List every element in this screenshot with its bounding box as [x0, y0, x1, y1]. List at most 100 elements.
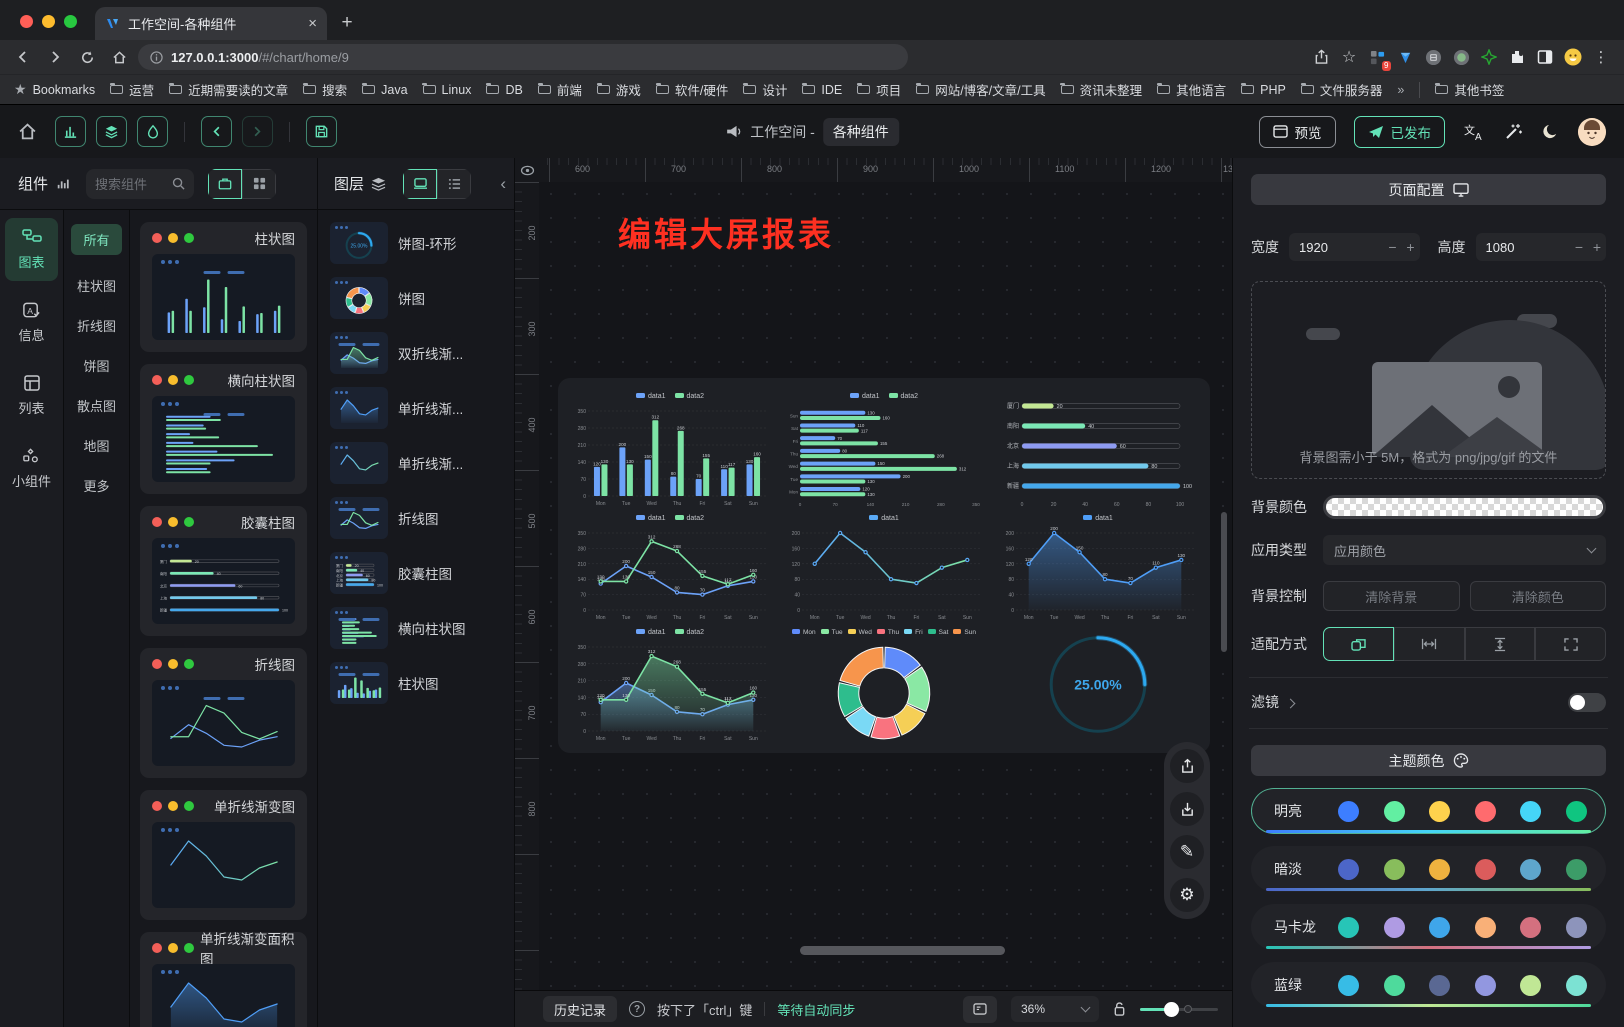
- height-input[interactable]: 1080−+: [1476, 233, 1607, 261]
- layer-item[interactable]: 折线图: [326, 495, 506, 541]
- height-minus-button[interactable]: −: [1570, 239, 1588, 255]
- category-pie[interactable]: 饼图: [83, 356, 109, 375]
- forward-icon[interactable]: [42, 44, 68, 70]
- bookmark-folder[interactable]: DB: [486, 83, 522, 97]
- clear-color-button[interactable]: 清除颜色: [1470, 581, 1607, 611]
- list-view-button[interactable]: [437, 169, 471, 199]
- grid-view-button[interactable]: [242, 169, 276, 199]
- component-card-bar[interactable]: 柱状图: [140, 222, 307, 352]
- dark-mode-moon-icon[interactable]: [1541, 122, 1560, 141]
- bookmark-folder[interactable]: Linux: [423, 83, 472, 97]
- language-toggle-icon[interactable]: 文A: [1463, 122, 1485, 142]
- zoom-select[interactable]: 36%: [1011, 996, 1099, 1022]
- theme-wand-icon[interactable]: [1503, 122, 1523, 142]
- capsule-chart[interactable]: 厦门20南阳40北京60上海80新疆100020406080100: [996, 390, 1200, 508]
- save-button[interactable]: [306, 116, 337, 147]
- gradient-line-chart[interactable]: data104080120160200MonTueWedThuFriSatSun: [782, 512, 986, 622]
- category-map[interactable]: 地图: [83, 436, 109, 455]
- extension-command-icon[interactable]: [1424, 48, 1442, 66]
- bookmarks-root[interactable]: ★Bookmarks: [14, 81, 95, 98]
- url-bar[interactable]: 127.0.0.1:3000/#/chart/home/9: [138, 44, 908, 70]
- redo-button[interactable]: [242, 116, 273, 147]
- background-upload-dropzone[interactable]: 背景图需小于 5M，格式为 png/jpg/gif 的文件: [1251, 281, 1606, 479]
- tab-close-icon[interactable]: ×: [308, 15, 317, 32]
- width-minus-button[interactable]: −: [1384, 239, 1402, 255]
- extension-star-icon[interactable]: [1480, 48, 1498, 66]
- bookmarks-overflow-icon[interactable]: »: [1397, 83, 1404, 97]
- bookmark-folder[interactable]: 其他语言: [1157, 80, 1226, 99]
- bookmark-folder[interactable]: 网站/博客/文章/工具: [916, 80, 1045, 99]
- export-button[interactable]: [1170, 749, 1204, 783]
- minimize-window-button[interactable]: [42, 15, 55, 28]
- donut-chart[interactable]: MonTueWedThuFriSatSun: [782, 626, 986, 743]
- bookmark-folder[interactable]: IDE: [802, 83, 842, 97]
- settings-gear-button[interactable]: ⚙: [1170, 878, 1204, 912]
- fit-height-button[interactable]: [1465, 627, 1536, 661]
- new-tab-button[interactable]: +: [333, 9, 361, 37]
- fit-stretch-button[interactable]: [1535, 627, 1606, 661]
- fit-scale-button[interactable]: [1323, 627, 1394, 661]
- height-plus-button[interactable]: +: [1588, 239, 1606, 255]
- undo-button[interactable]: [201, 116, 232, 147]
- zoom-slider[interactable]: [1140, 1008, 1218, 1011]
- dashboard-title-text[interactable]: 编辑大屏报表: [618, 208, 834, 256]
- eye-icon[interactable]: [520, 165, 535, 176]
- layer-item[interactable]: 柱状图: [326, 660, 506, 706]
- component-card-gradient-area[interactable]: 单折线渐变面积图: [140, 932, 307, 1027]
- site-info-icon[interactable]: [150, 51, 163, 64]
- theme-row-bluegreen[interactable]: 蓝绿: [1251, 962, 1606, 1008]
- layer-item[interactable]: 厦门20南阳40北京60上海80新疆100胶囊柱图: [326, 550, 506, 596]
- share-icon[interactable]: [1312, 48, 1330, 66]
- import-button[interactable]: [1170, 792, 1204, 826]
- history-button[interactable]: 历史记录: [543, 996, 617, 1022]
- bookmark-folder[interactable]: 运营: [110, 80, 154, 99]
- user-avatar[interactable]: [1578, 118, 1606, 146]
- reload-icon[interactable]: [74, 44, 100, 70]
- theme-row-bright[interactable]: 明亮: [1251, 788, 1606, 834]
- theme-row-macaron[interactable]: 马卡龙: [1251, 904, 1606, 950]
- category-line[interactable]: 折线图: [77, 316, 116, 335]
- width-plus-button[interactable]: +: [1402, 239, 1420, 255]
- side-panel-icon[interactable]: [1536, 48, 1554, 66]
- nav-item-charts[interactable]: 图表: [5, 218, 58, 281]
- category-scatter[interactable]: 散点图: [77, 396, 116, 415]
- bar-chart[interactable]: data1data2070140210280350MonTueWedThuFri…: [568, 390, 772, 508]
- extension-gem-icon[interactable]: [1396, 48, 1414, 66]
- home-button[interactable]: [18, 122, 37, 141]
- category-all[interactable]: 所有: [71, 224, 121, 255]
- category-more[interactable]: 更多: [83, 476, 109, 495]
- dashboard-board[interactable]: data1data2070140210280350MonTueWedThuFri…: [558, 378, 1210, 753]
- back-icon[interactable]: [10, 44, 36, 70]
- bookmark-folder[interactable]: 文件服务器: [1301, 80, 1383, 99]
- bookmark-folder[interactable]: 资讯未整理: [1061, 80, 1143, 99]
- home-icon[interactable]: [106, 44, 132, 70]
- category-bar[interactable]: 柱状图: [77, 276, 116, 295]
- layer-item[interactable]: 横向柱状图: [326, 605, 506, 651]
- bookmark-folder[interactable]: 搜索: [303, 80, 347, 99]
- layer-item[interactable]: 饼图: [326, 275, 506, 321]
- preview-button[interactable]: 预览: [1259, 116, 1336, 148]
- maximize-window-button[interactable]: [64, 15, 77, 28]
- close-window-button[interactable]: [20, 15, 33, 28]
- bookmark-star-icon[interactable]: ☆: [1340, 48, 1358, 66]
- browser-avatar[interactable]: [1564, 48, 1582, 66]
- layers-panel-toggle-button[interactable]: [96, 116, 127, 147]
- layer-item[interactable]: 单折线渐...: [326, 385, 506, 431]
- gradient-area-chart[interactable]: data104080120160200MonTueWedThuFriSatSun…: [996, 512, 1200, 622]
- collapse-panel-icon[interactable]: ‹: [500, 174, 506, 194]
- browser-menu-icon[interactable]: ⋮: [1592, 48, 1610, 66]
- bookmark-folder[interactable]: 前端: [538, 80, 582, 99]
- design-canvas[interactable]: 6007008009001000110012001300 20030040050…: [515, 158, 1232, 1027]
- dual-area-chart[interactable]: data1data2070140210280350MonTueWedThuFri…: [568, 626, 772, 743]
- apply-type-select[interactable]: 应用颜色: [1323, 535, 1606, 565]
- chart-panel-toggle-button[interactable]: [55, 116, 86, 147]
- thumbnail-view-button[interactable]: [403, 169, 437, 199]
- canvas-grid[interactable]: 编辑大屏报表 data1data2070140210280350MonTueWe…: [539, 182, 1232, 990]
- nav-item-list[interactable]: 列表: [5, 364, 58, 427]
- detail-panel-toggle-button[interactable]: [137, 116, 168, 147]
- project-name-tag[interactable]: 各种组件: [823, 118, 899, 146]
- publish-button[interactable]: 已发布: [1354, 116, 1446, 148]
- clear-background-button[interactable]: 清除背景: [1323, 581, 1460, 611]
- component-card-line[interactable]: 折线图: [140, 648, 307, 778]
- theme-row-dim[interactable]: 暗淡: [1251, 846, 1606, 892]
